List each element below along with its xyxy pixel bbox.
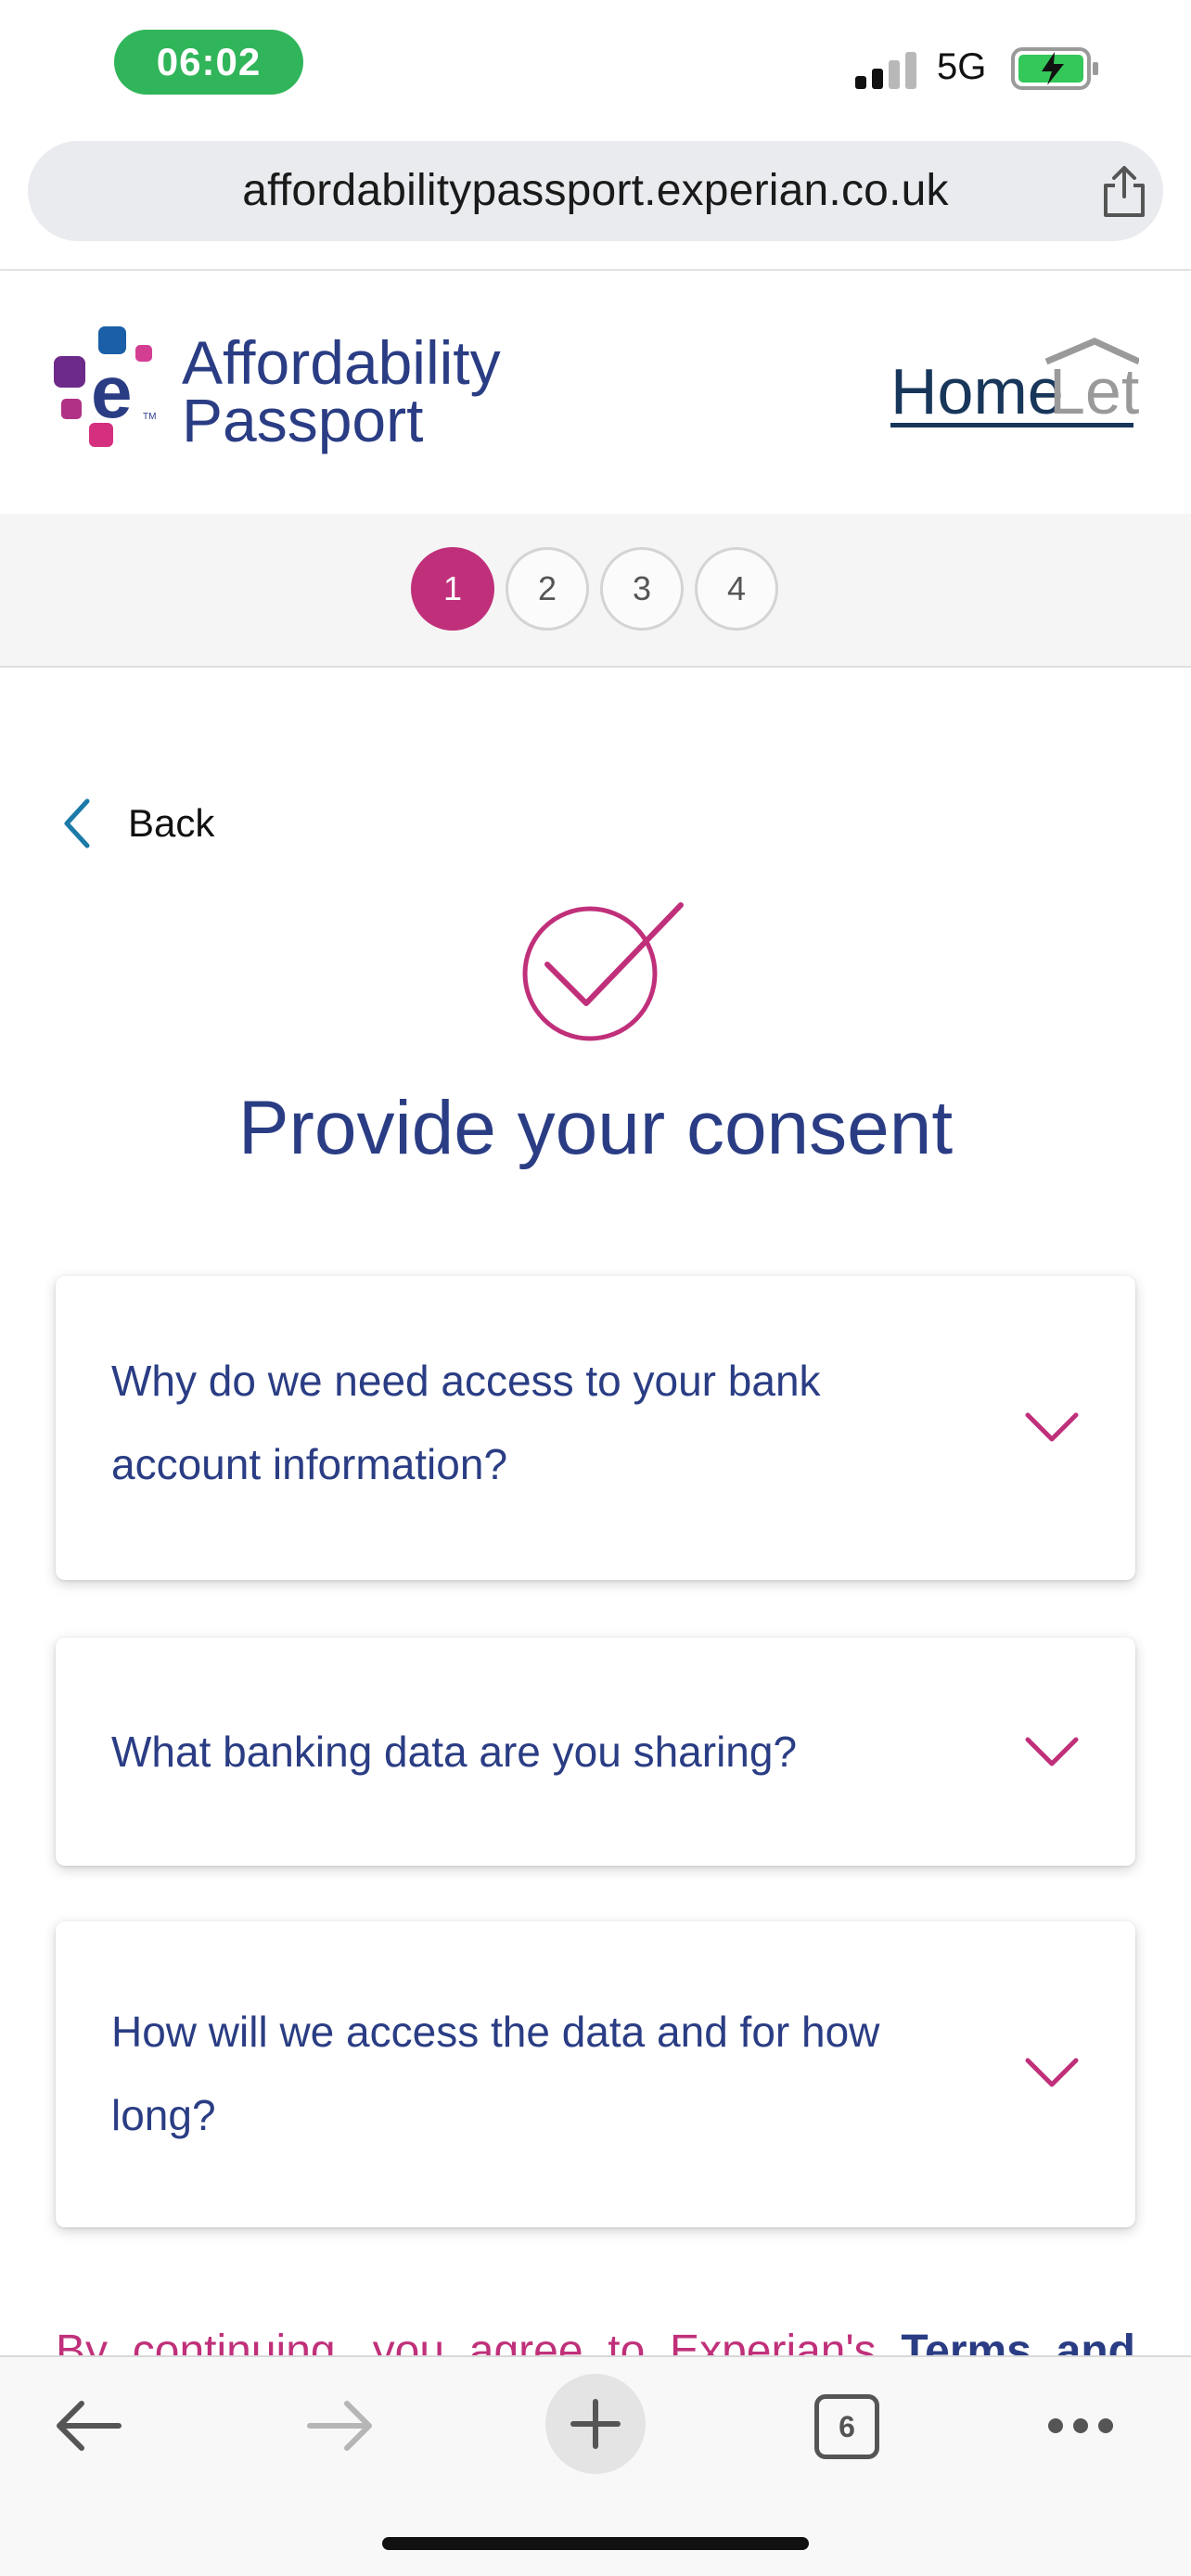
svg-text:TM: TM — [143, 412, 156, 422]
battery-icon — [1011, 47, 1098, 90]
chevron-down-icon[interactable] — [1024, 1736, 1080, 1769]
brand-line-1: Affordability — [182, 328, 501, 397]
brand-line-2: Passport — [182, 386, 424, 454]
faq-line: account information? — [111, 1440, 508, 1488]
address-bar[interactable]: affordabilitypassport.experian.co.uk — [28, 141, 1163, 241]
url-text[interactable]: affordabilitypassport.experian.co.uk — [28, 165, 1163, 216]
page-title: Provide your consent — [237, 1086, 954, 1170]
faq-line: How will we access the data and for how — [111, 2008, 880, 2056]
faq-line: long? — [111, 2091, 216, 2139]
step-1: 1 — [411, 547, 494, 631]
svg-text:e: e — [91, 351, 133, 433]
status-time: 06:02 — [114, 30, 303, 95]
tabs-button[interactable]: 6 — [814, 2394, 879, 2459]
site-header: e TM Affordability Passport Home Let — [0, 271, 1191, 514]
faq-question: Why do we need access to your bank accou… — [111, 1339, 946, 1506]
new-tab-button[interactable] — [545, 2374, 646, 2474]
svg-text:Let: Let — [1049, 355, 1139, 427]
home-indicator — [382, 2537, 809, 2550]
homelet-logo[interactable]: Home Let — [889, 336, 1139, 438]
brand-title: Affordability Passport — [182, 328, 501, 454]
faq-question: What banking data are you sharing? — [111, 1710, 946, 1793]
svg-text:Home: Home — [890, 355, 1064, 427]
faq-card-banking-data[interactable]: What banking data are you sharing? — [56, 1638, 1135, 1866]
faq-card-bank-access[interactable]: Why do we need access to your bank accou… — [56, 1276, 1135, 1580]
back-link[interactable]: Back — [59, 796, 214, 851]
status-bar: 06:02 5G — [0, 0, 1191, 139]
check-circle-icon — [522, 902, 684, 1041]
faq-card-data-duration[interactable]: How will we access the data and for how … — [56, 1921, 1135, 2227]
step-4: 4 — [695, 547, 778, 631]
progress-steps: 1 2 3 4 — [0, 514, 1191, 668]
step-2: 2 — [506, 547, 589, 631]
chevron-down-icon[interactable] — [1024, 2057, 1080, 2090]
forward-arrow-icon[interactable] — [306, 2400, 375, 2452]
signal-icon — [855, 52, 916, 89]
more-icon[interactable] — [1046, 2417, 1115, 2435]
faq-question: How will we access the data and for how … — [111, 1990, 946, 2157]
back-arrow-icon[interactable] — [54, 2400, 122, 2452]
share-icon[interactable] — [1096, 163, 1152, 219]
step-3: 3 — [600, 547, 684, 631]
faq-line: Why do we need access to your bank — [111, 1357, 821, 1405]
chevron-left-icon — [64, 798, 90, 848]
network-label: 5G — [937, 46, 987, 87]
back-label[interactable]: Back — [128, 801, 214, 846]
faq-line: What banking data are you sharing? — [111, 1728, 798, 1776]
experian-logo[interactable]: e TM — [54, 326, 165, 456]
plus-icon — [570, 2399, 621, 2449]
chevron-down-icon[interactable] — [1024, 1411, 1080, 1445]
